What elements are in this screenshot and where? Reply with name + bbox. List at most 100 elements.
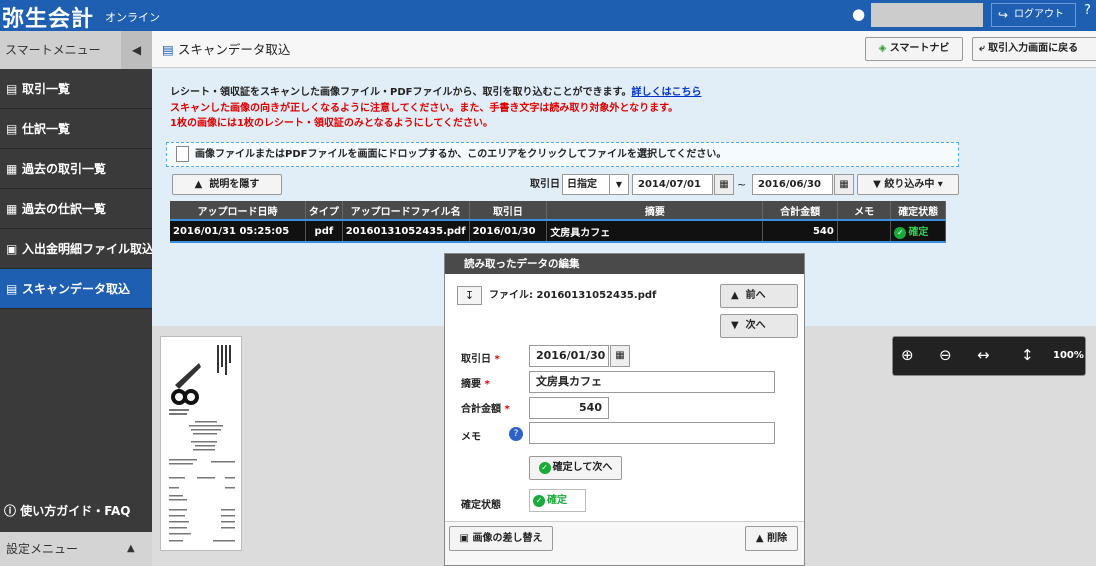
memo-field-label: メモ (461, 432, 481, 443)
date-to-input[interactable]: 2016/06/30 (752, 174, 833, 195)
next-label: 次へ (745, 320, 766, 331)
guide-faq-link[interactable]: ⓘ 使い方ガイド・FAQ (0, 496, 152, 526)
triangle-up-icon: ▲ (194, 179, 210, 190)
cell-memo (837, 219, 892, 243)
hide-description-button[interactable]: ▲ 説明を隠す (172, 174, 282, 195)
settings-menu[interactable]: 設定メニュー ▲ (0, 532, 152, 566)
sidebar-item-label: スキャンデータ取込 (22, 282, 131, 296)
col-type[interactable]: タイプ (305, 201, 343, 220)
table-row[interactable]: 2016/01/31 05:25:05 pdf 20160131052435.p… (170, 219, 946, 243)
col-memo[interactable]: メモ (837, 201, 892, 220)
user-name-box[interactable] (871, 3, 983, 27)
delete-button[interactable]: ▲ 削除 (745, 526, 798, 551)
date-field[interactable]: 2016/01/30 (529, 345, 609, 367)
hide-description-label: 説明を隠す (209, 179, 260, 190)
app-logo[interactable]: 弥生会計 (2, 1, 94, 33)
app-logo-sub: オンライン (105, 11, 160, 24)
summary-field-label: 摘要 * (461, 375, 490, 390)
beginner-mark-icon: ◈ (878, 43, 890, 54)
col-status[interactable]: 確定状態 (890, 201, 946, 220)
triangle-down-icon: ▼ (731, 320, 746, 331)
next-button[interactable]: ▼ 次へ (720, 314, 798, 338)
smart-navi-button[interactable]: ◈ スマートナビ (865, 37, 963, 61)
back-to-entry-button[interactable]: ⤶ 取引入力画面に戻る (972, 37, 1096, 61)
memo-field[interactable] (529, 422, 775, 444)
file-icon (176, 146, 189, 162)
return-icon: ⤶ (979, 43, 989, 54)
zoom-level: 100% (1053, 350, 1084, 361)
triangle-up-icon: ▲ (731, 290, 746, 301)
calendar-icon[interactable]: ▦ (610, 345, 630, 367)
status-badge-text: 確定 (547, 495, 567, 506)
image-icon: ▣ (459, 533, 473, 544)
amount-field[interactable]: 540 (529, 397, 609, 419)
sidebar-item-transactions[interactable]: ▤ 取引一覧 (0, 69, 152, 109)
check-circle-icon: ✓ (538, 462, 551, 474)
zoom-out-icon[interactable]: ⊖ (939, 346, 952, 364)
zoom-in-icon[interactable]: ⊕ (901, 346, 914, 364)
sidebar-item-journal[interactable]: ▤ 仕訳一覧 (0, 109, 152, 149)
sidebar-header: スマートメニュー ◀ (0, 31, 152, 69)
summary-field[interactable]: 文房具カフェ (529, 371, 775, 393)
question-circle-icon: ⓘ (4, 504, 21, 518)
sidebar-title: スマートメニュー (5, 43, 101, 57)
cell-uploaded: 2016/01/31 05:25:05 (170, 219, 307, 243)
sidebar-item-bank-import[interactable]: ▣ 入出金明細ファイル取込 (0, 229, 155, 269)
check-circle-icon: ✓ (533, 495, 545, 507)
edit-panel-title: 読み取ったデータの編集 (445, 254, 804, 274)
guide-faq-label: 使い方ガイド・FAQ (20, 504, 131, 518)
calendar-icon[interactable]: ▦ (834, 174, 854, 195)
filter-icon: ▼ (873, 179, 885, 190)
date-label: 取引日 (530, 179, 560, 190)
date-mode-select[interactable]: 日指定 ▼ (562, 174, 629, 195)
calendar-icon[interactable]: ▦ (714, 174, 734, 195)
logout-label: ログアウト (1014, 9, 1064, 20)
trash-icon: ▲ (755, 533, 768, 544)
replace-image-label: 画像の差し替え (472, 533, 543, 544)
sidebar-item-past-journal[interactable]: ▦ 過去の仕訳一覧 (0, 189, 152, 229)
chevron-down-icon: ▾ (934, 179, 943, 190)
col-summary[interactable]: 摘要 (546, 201, 764, 220)
file-drop-zone[interactable]: 画像ファイルまたはPDFファイルを画面にドロップするか、このエリアをクリックして… (166, 142, 959, 167)
cell-filename: 20160131052435.pdf (342, 219, 470, 243)
description-line-1: レシート・領収証をスキャンした画像ファイル・PDFファイルから、取引を取り込むこ… (170, 87, 632, 98)
col-date[interactable]: 取引日 (469, 201, 548, 220)
fit-height-icon[interactable]: ↕ (1021, 346, 1034, 364)
col-filename[interactable]: アップロードファイル名 (342, 201, 470, 220)
title-bar: ▤ スキャンデータ取込 ◈ スマートナビ ⤶ 取引入力画面に戻る (152, 31, 1096, 68)
details-link[interactable]: 詳しくはこちら (631, 87, 701, 98)
filter-button[interactable]: ▼ 絞り込み中 ▾ (857, 174, 959, 195)
replace-image-button[interactable]: ▣ 画像の差し替え (449, 526, 553, 551)
date-from-input[interactable]: 2014/07/01 (632, 174, 713, 195)
description: レシート・領収証をスキャンした画像ファイル・PDFファイルから、取引を取り込むこ… (170, 85, 701, 132)
sidebar-item-label: 入出金明細ファイル取込 (22, 242, 155, 256)
sidebar-item-label: 過去の取引一覧 (22, 162, 107, 176)
document-icon: ▦ (6, 202, 18, 216)
logout-button[interactable]: ↪ ログアウト (991, 3, 1076, 27)
download-icon[interactable]: ↧ (457, 286, 482, 305)
logout-icon: ↪ (998, 8, 1009, 22)
cell-amount: 540 (762, 219, 838, 243)
chevron-down-icon: ▼ (609, 175, 628, 194)
amount-field-label-text: 合計金額 (461, 404, 501, 415)
col-amount[interactable]: 合計金額 (762, 201, 838, 220)
status-badge: ✓ 確定 (529, 489, 586, 512)
cell-type: pdf (305, 219, 343, 243)
filter-label: 絞り込み中 (884, 179, 935, 190)
edit-panel-footer: ▣ 画像の差し替え ▲ 削除 (445, 521, 804, 565)
prev-button[interactable]: ▲ 前へ (720, 284, 798, 308)
fit-width-icon[interactable]: ↔ (977, 346, 990, 364)
scanner-icon: ▤ (162, 42, 174, 57)
book-icon: ▤ (6, 82, 18, 96)
date-field-label-text: 取引日 (461, 354, 491, 365)
receipt-image-preview (169, 345, 235, 542)
sidebar-item-past-transactions[interactable]: ▦ 過去の取引一覧 (0, 149, 152, 189)
col-uploaded[interactable]: アップロード日時 (170, 201, 307, 220)
receipt-image (160, 336, 242, 551)
info-icon[interactable]: ? (509, 427, 523, 441)
sidebar-item-scan-import[interactable]: ▤ スキャンデータ取込 (0, 269, 152, 309)
help-icon[interactable]: ? (1084, 3, 1091, 18)
confirm-next-button[interactable]: ✓ 確定して次へ (529, 456, 622, 480)
collapse-sidebar-button[interactable]: ◀ (121, 31, 152, 69)
page-title-text: スキャンデータ取込 (177, 42, 291, 57)
